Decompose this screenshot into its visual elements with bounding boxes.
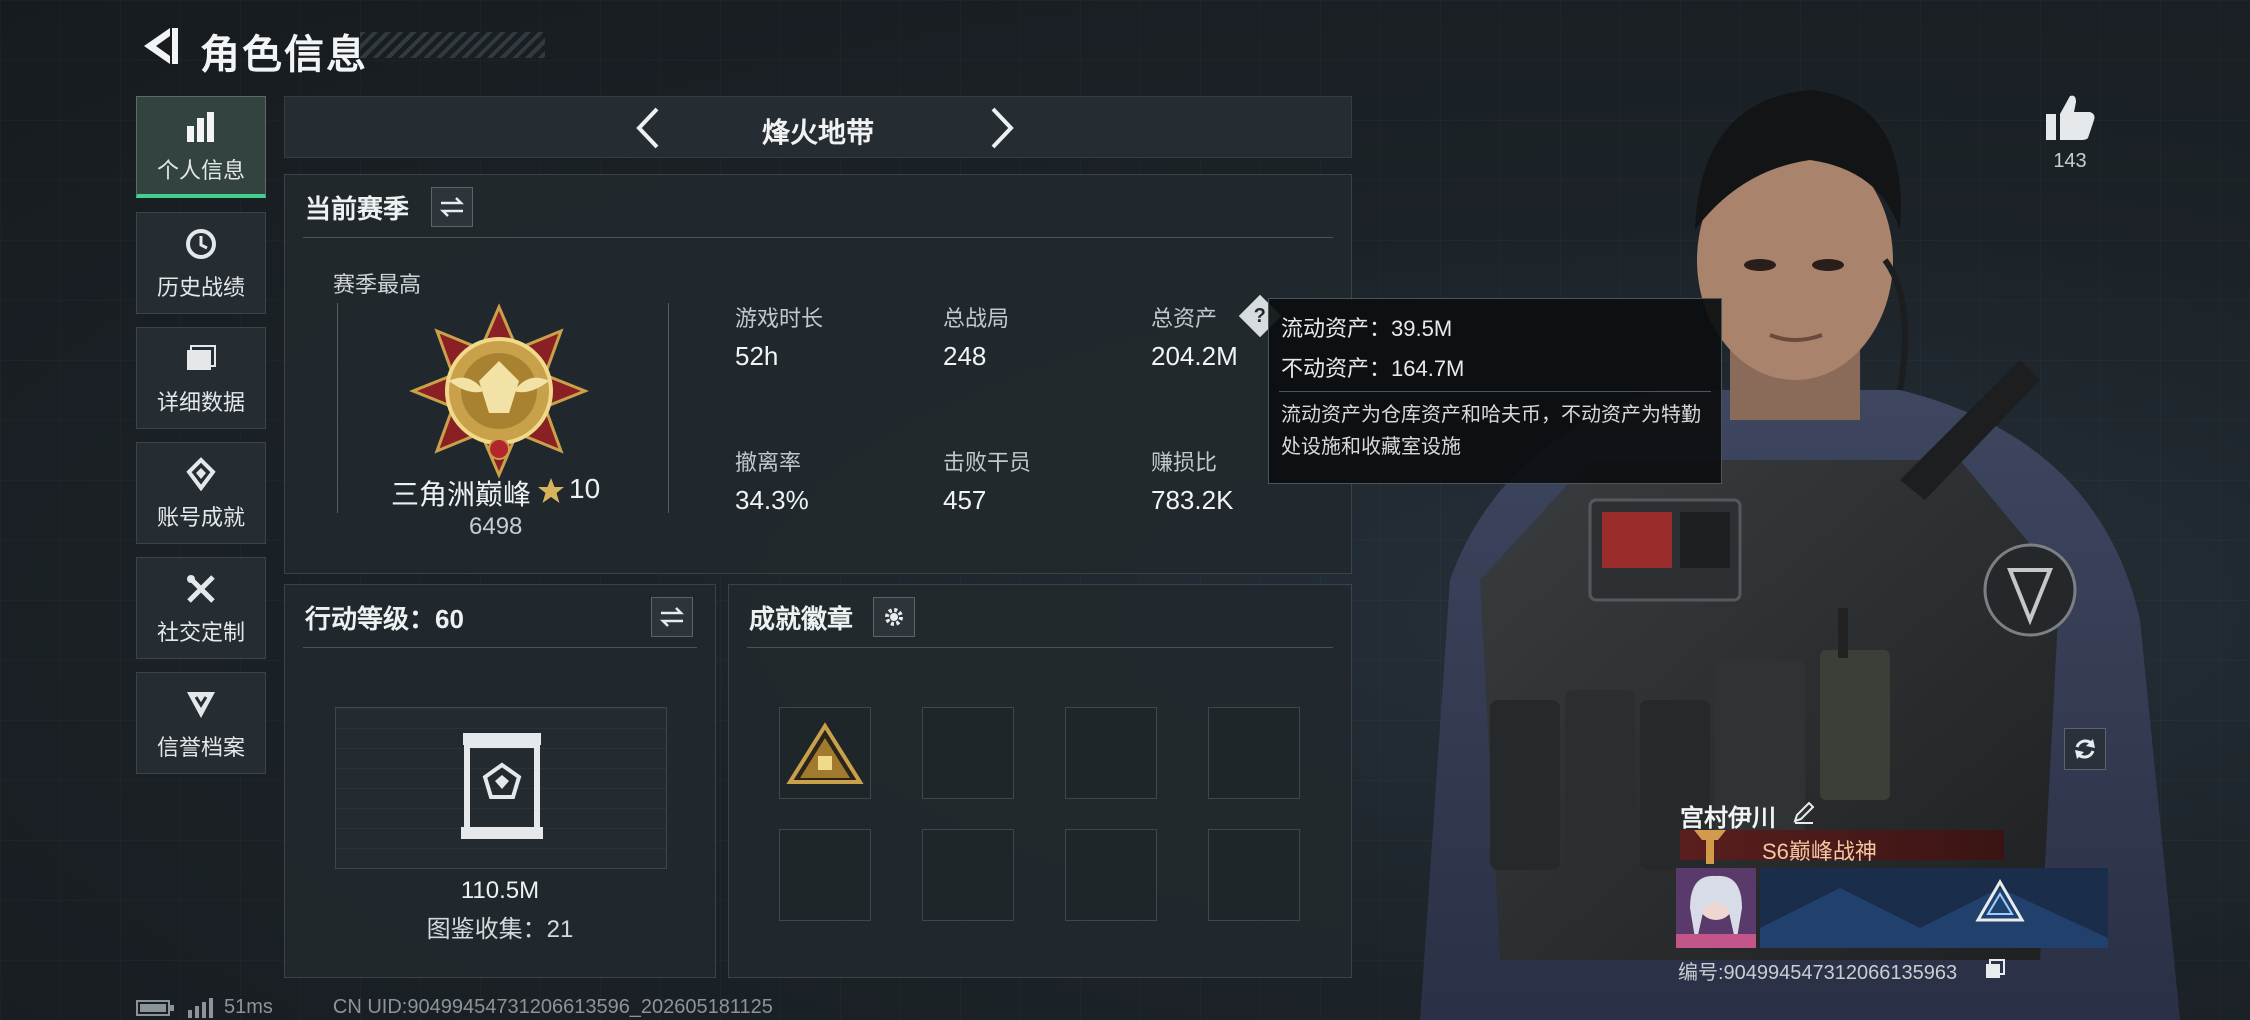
collection-cabinet-icon xyxy=(461,733,543,839)
stat-label-kills: 击败干员 xyxy=(943,450,1032,475)
stat-label-matches: 总战局 xyxy=(943,306,1010,331)
tools-icon xyxy=(181,569,221,609)
collection-count: 图鉴收集：21 xyxy=(426,916,574,943)
swap-icon xyxy=(439,197,465,217)
divider xyxy=(303,237,1333,238)
footer-uid: CN UID:9049945473120661359­6_20260518112… xyxy=(332,996,773,1018)
mode-title: 烽火地带 xyxy=(761,117,874,148)
shield-icon xyxy=(181,684,221,724)
stat-value-extract-rate: 34.3% xyxy=(735,485,809,515)
sidebar-item-label: 个人信息 xyxy=(156,157,245,183)
sidebar-item-achievements[interactable]: 账号成就 xyxy=(136,442,266,544)
badges-heading: 成就徽章 xyxy=(749,604,854,634)
level-panel: 行动等级：60 110.5M 图鉴收集：21 xyxy=(284,584,716,978)
chevron-right-icon xyxy=(991,107,1014,149)
ping-value: 51ms xyxy=(224,996,273,1018)
season-heading: 当前赛季 xyxy=(305,194,410,224)
player-uid: 编号:904994547312066135963 xyxy=(1678,962,1958,984)
sidebar-item-label: 社交定制 xyxy=(156,620,245,645)
avatar[interactable] xyxy=(1676,868,1756,948)
question-icon: ? xyxy=(1253,304,1267,327)
switch-level-button[interactable] xyxy=(651,597,693,637)
like-button[interactable] xyxy=(2042,90,2098,146)
star-icon xyxy=(538,478,564,503)
assets-tooltip: 流动资产：39.5M 不动资产：164.7M 流动资产为仓库资产和哈夫币，不动资… xyxy=(1268,298,1722,484)
back-button[interactable] xyxy=(136,22,184,70)
divider xyxy=(1279,391,1711,392)
sidebar-item-personal-info[interactable]: 个人信息 xyxy=(136,96,266,198)
battery-icon xyxy=(136,999,174,1016)
signal-icon xyxy=(188,997,213,1018)
season-panel: 当前赛季 赛季最高 三角洲巅峰 10 6498 游戏时长 52h 总战局 248… xyxy=(284,174,1352,574)
sidebar-item-label: 信誉档案 xyxy=(156,735,245,760)
divider xyxy=(303,647,697,648)
level-heading: 行动等级：60 xyxy=(305,604,464,634)
stat-label-playtime: 游戏时长 xyxy=(735,306,824,331)
page-title: 角色信息 xyxy=(200,33,368,77)
rank-points: 6498 xyxy=(469,513,523,540)
badge-slot[interactable] xyxy=(1065,707,1157,799)
stat-value-matches: 248 xyxy=(943,341,987,371)
mode-selector: 烽火地带 xyxy=(284,96,1352,158)
folder-icon xyxy=(181,339,221,379)
rank-stars: 10 xyxy=(569,473,601,504)
sidebar-item-label: 详细数据 xyxy=(156,390,245,415)
rotate-icon xyxy=(2075,739,2095,759)
gear-icon xyxy=(885,608,903,626)
sidebar-item-label: 账号成就 xyxy=(156,505,245,530)
badge-slot[interactable] xyxy=(1208,829,1300,921)
rank-title: S6巅峰战神 xyxy=(1762,839,1877,864)
history-icon xyxy=(181,224,221,264)
badge-slot[interactable] xyxy=(922,829,1014,921)
next-mode-button[interactable] xyxy=(975,103,1025,153)
season-best-label: 赛季最高 xyxy=(333,272,422,297)
player-banner[interactable] xyxy=(1760,868,2108,948)
stat-value-kills: 457 xyxy=(943,485,987,515)
badge-slot[interactable] xyxy=(779,829,871,921)
copy-icon[interactable] xyxy=(1984,958,2006,980)
rank-title-icon xyxy=(1694,830,1726,864)
sidebar-item-details[interactable]: 详细数据 xyxy=(136,327,266,429)
player-card: 宫村伊川 S6巅峰战神 编号:904994547312066135963 xyxy=(1676,790,2108,984)
like-count: 143 xyxy=(2053,150,2087,172)
collection-value: 110.5M xyxy=(460,877,540,904)
stat-value-profit-ratio: 783.2K xyxy=(1151,485,1234,515)
badges-panel: 成就徽章 xyxy=(728,584,1352,978)
rotate-model-button[interactable] xyxy=(2064,728,2106,770)
achievement-icon xyxy=(181,454,221,494)
badge-slot[interactable] xyxy=(1208,707,1300,799)
rank-emblem-icon xyxy=(409,303,589,479)
tooltip-fixed-assets: 不动资产：164.7M xyxy=(1281,356,1465,381)
tooltip-description: 流动资产为仓库资产和哈夫币，不动资产为特勤处设施和收藏室设施 xyxy=(1281,404,1701,458)
stat-value-assets: 204.2M xyxy=(1151,341,1238,371)
stat-label-assets: 总资产 xyxy=(1151,306,1218,331)
sidebar-item-label: 历史战绩 xyxy=(156,275,245,300)
stat-label-extract-rate: 撤离率 xyxy=(735,450,802,475)
divider xyxy=(747,647,1333,648)
bar-chart-icon xyxy=(181,107,221,147)
sidebar-item-reputation[interactable]: 信誉档案 xyxy=(136,672,266,774)
swap-icon xyxy=(659,607,685,627)
badge-slot[interactable] xyxy=(779,707,871,799)
stat-value-playtime: 52h xyxy=(735,341,779,371)
status-bar: 51ms CN UID:9049945473120661359­6_202605… xyxy=(136,996,773,1019)
sidebar-item-history[interactable]: 历史战绩 xyxy=(136,212,266,314)
tooltip-liquid-assets: 流动资产：39.5M xyxy=(1281,316,1453,341)
thumbs-up-icon xyxy=(2046,95,2095,140)
pyramid-badge-icon xyxy=(786,722,864,784)
rank-name: 三角洲巅峰 xyxy=(391,479,532,510)
sidebar-item-social[interactable]: 社交定制 xyxy=(136,557,266,659)
badge-slot[interactable] xyxy=(922,707,1014,799)
switch-season-button[interactable] xyxy=(431,187,473,227)
title-decoration xyxy=(360,32,545,58)
badge-slot[interactable] xyxy=(1065,829,1157,921)
badge-settings-button[interactable] xyxy=(873,597,915,637)
back-arrow-icon xyxy=(144,28,178,64)
edit-name-icon[interactable] xyxy=(1792,800,1816,824)
stat-label-profit-ratio: 赚损比 xyxy=(1151,450,1218,475)
